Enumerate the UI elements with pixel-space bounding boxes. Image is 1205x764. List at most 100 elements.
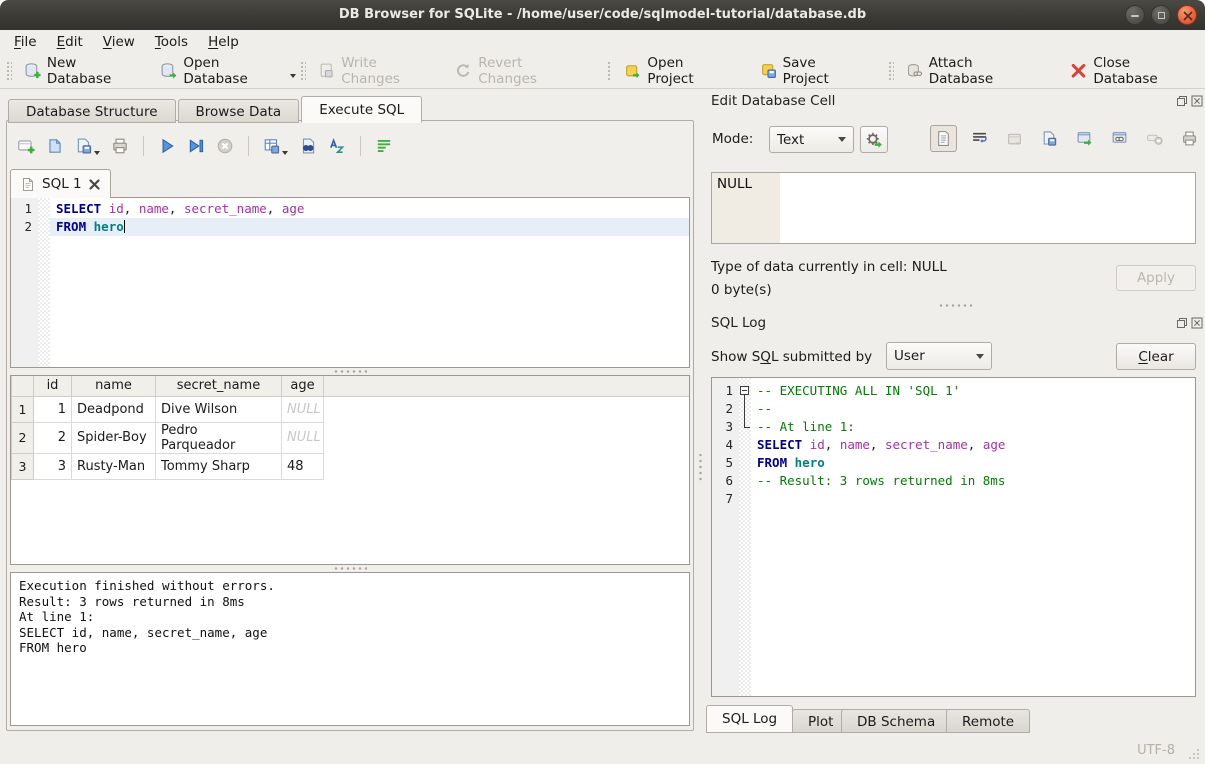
sql-document-icon bbox=[21, 177, 35, 192]
mode-combobox[interactable]: Text bbox=[769, 126, 854, 153]
export-data-button[interactable] bbox=[1037, 126, 1062, 151]
log-source-combobox[interactable]: User bbox=[886, 342, 992, 370]
print-cell-button[interactable] bbox=[1177, 126, 1202, 151]
print-sql-button[interactable] bbox=[111, 137, 129, 155]
menu-view[interactable]: View bbox=[93, 32, 145, 52]
column-header-name[interactable]: name bbox=[72, 376, 156, 396]
sql-document-tab[interactable]: SQL 1 bbox=[10, 169, 111, 198]
attach-database-button[interactable]: Attach Database bbox=[897, 51, 1048, 91]
cell-name[interactable]: Rusty-Man bbox=[72, 453, 156, 479]
toolbar-drag-handle[interactable] bbox=[5, 60, 12, 82]
cell-log-splitter[interactable] bbox=[938, 303, 972, 308]
import-in-cell-button[interactable] bbox=[860, 126, 888, 153]
bottom-tab-db-schema[interactable]: DB Schema bbox=[841, 709, 951, 733]
cell-name[interactable]: Deadpond bbox=[72, 396, 156, 422]
results-output-splitter[interactable] bbox=[333, 566, 367, 571]
open-external-button[interactable] bbox=[1072, 126, 1097, 151]
column-header-age[interactable]: age bbox=[282, 376, 324, 396]
execution-output[interactable]: Execution finished without errors. Resul… bbox=[10, 572, 690, 726]
close-button[interactable] bbox=[1177, 5, 1197, 25]
row-header[interactable]: 2 bbox=[12, 422, 34, 453]
cell-id[interactable]: 2 bbox=[34, 422, 72, 453]
toolbar-drag-handle[interactable] bbox=[887, 60, 894, 82]
word-wrap-button[interactable] bbox=[375, 137, 393, 155]
save-project-button[interactable]: Save Project bbox=[751, 51, 873, 91]
column-header-secret-name[interactable]: secret_name bbox=[156, 376, 282, 396]
tab-browse-data[interactable]: Browse Data bbox=[178, 99, 300, 123]
open-database-icon bbox=[160, 62, 177, 79]
save-sql-menu-caret[interactable] bbox=[94, 151, 100, 155]
revert-changes-icon bbox=[455, 62, 472, 79]
menu-tools[interactable]: Tools bbox=[145, 32, 198, 52]
dock-close-icon[interactable] bbox=[1191, 95, 1203, 107]
resize-grip[interactable] bbox=[1187, 747, 1200, 760]
main-vertical-splitter[interactable] bbox=[698, 452, 703, 484]
editor-line-text: SELECT id, name, secret_name, age bbox=[50, 200, 689, 218]
fold-collapse-icon[interactable] bbox=[740, 386, 749, 395]
toolbar-drag-handle[interactable] bbox=[606, 60, 613, 82]
editor-results-splitter[interactable] bbox=[333, 369, 367, 374]
menu-help[interactable]: Help bbox=[198, 32, 249, 52]
corner-header[interactable] bbox=[12, 376, 34, 396]
cell-value-editor[interactable]: NULL bbox=[711, 172, 1196, 244]
dock-close-icon[interactable] bbox=[1191, 317, 1203, 329]
bottom-tab-remote[interactable]: Remote bbox=[946, 709, 1030, 733]
format-sql-button[interactable] bbox=[328, 137, 346, 155]
row-header[interactable]: 3 bbox=[12, 453, 34, 479]
title-bar[interactable]: DB Browser for SQLite - /home/user/code/… bbox=[0, 0, 1205, 30]
table-row[interactable]: 3 3 Rusty-Man Tommy Sharp 48 bbox=[12, 453, 690, 479]
cell-id[interactable]: 3 bbox=[34, 453, 72, 479]
row-header[interactable]: 1 bbox=[12, 396, 34, 422]
close-database-button[interactable]: Close Database bbox=[1061, 51, 1205, 91]
find-in-sql-button[interactable] bbox=[299, 137, 317, 155]
results-grid[interactable]: id name secret_name age 1 1 Deadpond Div… bbox=[10, 375, 690, 565]
close-sql-tab-icon[interactable] bbox=[89, 179, 100, 190]
execute-current-line-button[interactable] bbox=[187, 137, 205, 155]
clear-log-button[interactable]: Clear bbox=[1116, 343, 1196, 370]
dock-float-icon[interactable] bbox=[1176, 317, 1188, 329]
app-window: DB Browser for SQLite - /home/user/code/… bbox=[0, 0, 1205, 764]
new-database-button[interactable]: New Database bbox=[15, 51, 152, 91]
maximize-button[interactable] bbox=[1151, 5, 1171, 25]
tab-database-structure[interactable]: Database Structure bbox=[8, 99, 176, 123]
log-line: 4 SELECT id, name, secret_name, age bbox=[712, 436, 1195, 454]
table-row[interactable]: 2 2 Spider-Boy Pedro Parqueador NULL bbox=[12, 422, 690, 453]
cell-secret-name[interactable]: Dive Wilson bbox=[156, 396, 282, 422]
minimize-button[interactable] bbox=[1125, 5, 1145, 25]
cell-secret-name[interactable]: Tommy Sharp bbox=[156, 453, 282, 479]
sql-editor[interactable]: 1 SELECT id, name, secret_name, age 2 FR… bbox=[10, 197, 690, 368]
write-changes-icon bbox=[318, 62, 335, 79]
open-project-button[interactable]: Open Project bbox=[615, 51, 740, 91]
cell-age[interactable]: NULL bbox=[282, 422, 324, 453]
text-mode-button[interactable] bbox=[930, 125, 957, 152]
cell-name[interactable]: Spider-Boy bbox=[72, 422, 156, 453]
cell-secret-name[interactable]: Pedro Parqueador bbox=[156, 422, 282, 453]
cell-age[interactable]: 48 bbox=[282, 453, 324, 479]
dock-float-icon[interactable] bbox=[1176, 95, 1188, 107]
word-wrap-cell-button[interactable] bbox=[967, 126, 992, 151]
open-sql-file-button[interactable] bbox=[46, 137, 64, 155]
menu-edit[interactable]: Edit bbox=[47, 32, 93, 52]
tab-execute-sql[interactable]: Execute SQL bbox=[301, 96, 422, 123]
apply-button: Apply bbox=[1116, 265, 1196, 291]
stop-execution-button bbox=[216, 137, 234, 155]
save-results-button[interactable] bbox=[263, 137, 288, 155]
revert-changes-button: Revert Changes bbox=[446, 51, 591, 91]
cell-age[interactable]: NULL bbox=[282, 396, 324, 422]
column-header-id[interactable]: id bbox=[34, 376, 72, 396]
open-database-menu-caret[interactable] bbox=[290, 74, 296, 78]
cell-id[interactable]: 1 bbox=[34, 396, 72, 422]
sql-log-view[interactable]: 1 -- EXECUTING ALL IN 'SQL 1' 2 -- 3 -- … bbox=[711, 377, 1196, 697]
table-row[interactable]: 1 1 Deadpond Dive Wilson NULL bbox=[12, 396, 690, 422]
gear-apply-icon bbox=[865, 131, 883, 149]
new-sql-tab-button[interactable] bbox=[17, 137, 35, 155]
execute-all-button[interactable] bbox=[158, 137, 176, 155]
open-database-button[interactable]: Open Database bbox=[151, 51, 294, 91]
link-data-button[interactable] bbox=[1107, 126, 1132, 151]
save-results-menu-caret[interactable] bbox=[282, 151, 288, 155]
save-sql-file-button[interactable] bbox=[75, 137, 100, 155]
bottom-tab-sql-log[interactable]: SQL Log bbox=[706, 705, 793, 733]
cell-filler bbox=[324, 453, 690, 479]
menu-file[interactable]: File bbox=[4, 32, 47, 52]
mode-label: Mode: bbox=[712, 131, 753, 147]
